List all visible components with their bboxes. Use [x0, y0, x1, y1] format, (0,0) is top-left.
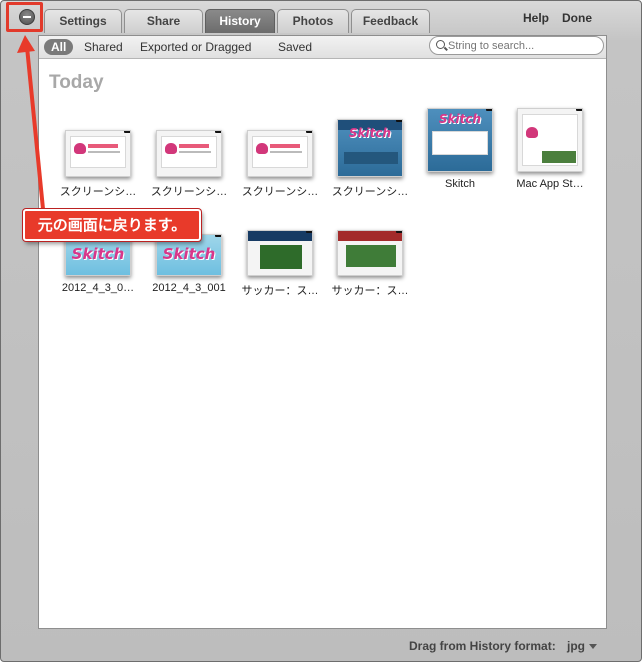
filter-exported-or-dragged[interactable]: Exported or Dragged — [140, 39, 251, 55]
item-label: サッカー：ス… — [241, 285, 319, 297]
tab-history[interactable]: History — [205, 9, 275, 33]
search-icon — [436, 40, 445, 49]
thumbnail — [337, 230, 403, 276]
folder-icon — [215, 131, 221, 133]
thumbnail: Skitch — [337, 119, 403, 177]
heart-logo — [256, 143, 268, 154]
thumbnail — [517, 108, 583, 172]
history-panel: All Shared Exported or Dragged Saved Tod… — [38, 35, 607, 629]
folder-icon — [124, 131, 130, 133]
tab-feedback[interactable]: Feedback — [351, 9, 430, 33]
item-label: 2012_4_3_0… — [61, 282, 135, 294]
help-button[interactable]: Help — [523, 11, 549, 25]
item-label: Mac App St… — [516, 178, 584, 190]
tab-share[interactable]: Share — [124, 9, 203, 33]
filter-saved[interactable]: Saved — [278, 39, 312, 55]
drag-format-label: Drag from History format: — [409, 639, 556, 653]
folder-icon — [306, 131, 312, 133]
thumbnail — [65, 130, 131, 177]
folder-icon — [486, 109, 492, 111]
folder-icon — [306, 231, 312, 233]
history-item[interactable]: サッカー：ス… — [237, 230, 323, 298]
heart-logo — [526, 127, 538, 138]
history-item[interactable]: Skitch スクリーンシ… — [327, 116, 413, 199]
filter-bar: All Shared Exported or Dragged Saved — [39, 36, 606, 59]
history-item[interactable]: Skitch 2012_4_3_001 — [146, 234, 232, 294]
history-item[interactable]: スクリーンシ… — [146, 130, 232, 199]
history-item[interactable]: サッカー：ス… — [327, 230, 413, 298]
search-field[interactable] — [429, 36, 604, 55]
thumbnail — [247, 230, 313, 276]
item-label: スクリーンシ… — [241, 186, 319, 198]
folder-icon — [215, 235, 221, 237]
heart-logo — [74, 143, 86, 154]
history-item[interactable]: スクリーンシ… — [55, 130, 141, 199]
history-item[interactable]: Skitch 2012_4_3_0… — [55, 234, 141, 294]
search-input[interactable] — [448, 38, 598, 53]
folder-icon — [576, 109, 582, 111]
item-label: スクリーンシ… — [59, 186, 137, 198]
history-item[interactable]: Mac App St… — [507, 108, 593, 190]
history-item[interactable]: Skitch Skitch — [417, 108, 503, 190]
folder-icon — [396, 231, 402, 233]
heart-logo — [165, 143, 177, 154]
tab-settings[interactable]: Settings — [44, 9, 122, 33]
item-label: Skitch — [445, 178, 475, 190]
format-select-value: jpg — [567, 639, 585, 653]
item-label: サッカー：ス… — [331, 285, 409, 297]
thumbnail — [247, 130, 313, 177]
folder-icon — [396, 120, 402, 122]
filter-all[interactable]: All — [44, 39, 74, 55]
history-item[interactable]: スクリーンシ… — [237, 130, 323, 199]
chevron-down-icon — [589, 644, 597, 650]
item-label: スクリーンシ… — [150, 186, 228, 198]
item-label: 2012_4_3_001 — [152, 282, 226, 294]
skitch-window: Settings Share History Photos Feedback H… — [0, 0, 642, 662]
item-label: スクリーンシ… — [331, 186, 409, 198]
filter-shared[interactable]: Shared — [84, 39, 123, 55]
close-highlight-box — [6, 2, 43, 32]
tab-photos[interactable]: Photos — [277, 9, 349, 33]
thumbnail: Skitch — [427, 108, 493, 172]
done-button[interactable]: Done — [562, 11, 592, 25]
format-select[interactable]: jpg — [567, 639, 597, 653]
footer-bar: Drag from History format: jpg — [1, 631, 642, 659]
annotation-callout: 元の画面に戻ります。 — [23, 209, 201, 241]
thumbnail — [156, 130, 222, 177]
tab-bar: Settings Share History Photos Feedback H… — [1, 1, 642, 35]
section-title-today: Today — [49, 72, 104, 93]
